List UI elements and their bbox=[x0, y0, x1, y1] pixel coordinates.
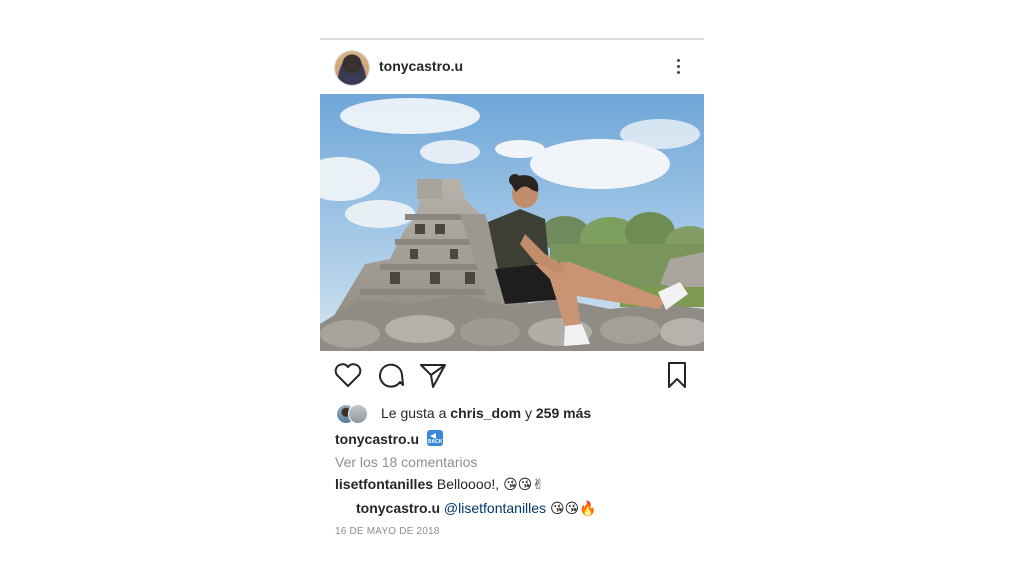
likes-text: Le gusta a chris_dom y 259 más bbox=[381, 405, 591, 421]
heart-icon[interactable] bbox=[333, 360, 363, 390]
avatar[interactable] bbox=[334, 50, 370, 86]
bookmark-icon[interactable] bbox=[662, 360, 692, 390]
caption-username[interactable]: tonycastro.u bbox=[335, 431, 419, 447]
send-icon[interactable] bbox=[418, 360, 448, 390]
likes-user[interactable]: chris_dom bbox=[450, 405, 521, 421]
reply-row: tonycastro.u @lisetfontanilles 😘😘🔥 bbox=[356, 500, 597, 517]
reply-username[interactable]: tonycastro.u bbox=[356, 500, 440, 516]
likes-count[interactable]: 259 más bbox=[536, 405, 591, 421]
action-bar bbox=[320, 360, 704, 394]
reply-text: 😘😘🔥 bbox=[549, 500, 597, 516]
comment-text: Belloooo!, 😘😘✌ bbox=[436, 476, 544, 492]
likes-connector: y bbox=[521, 405, 536, 421]
reply-mention[interactable]: @lisetfontanilles bbox=[444, 500, 546, 516]
likes-prefix: Le gusta a bbox=[381, 405, 451, 421]
back-emoji-icon bbox=[426, 430, 443, 446]
comment-row: lisetfontanilles Belloooo!, 😘😘✌ bbox=[335, 476, 544, 493]
liker-avatar bbox=[348, 404, 368, 424]
post-username[interactable]: tonycastro.u bbox=[379, 58, 463, 74]
post-header: tonycastro.u bbox=[320, 40, 704, 94]
post-date: 16 DE MAYO DE 2018 bbox=[335, 526, 440, 537]
more-vertical-icon[interactable] bbox=[670, 56, 686, 78]
caption: tonycastro.u bbox=[335, 430, 443, 447]
view-comments-link[interactable]: Ver los 18 comentarios bbox=[335, 454, 477, 470]
instagram-post: tonycastro.u Le gusta a chris_dom y 259 … bbox=[320, 38, 704, 542]
comment-icon[interactable] bbox=[376, 360, 406, 390]
post-photo[interactable] bbox=[320, 94, 704, 351]
comment-username[interactable]: lisetfontanilles bbox=[335, 476, 433, 492]
